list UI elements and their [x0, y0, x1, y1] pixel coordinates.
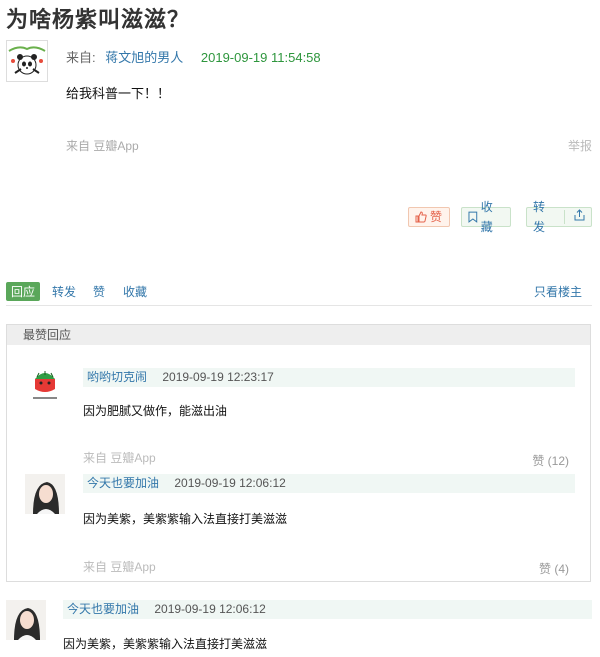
reply-text: 因为美紫，美紫紫输入法直接打美滋滋: [63, 637, 268, 651]
tab-reposts[interactable]: 转发: [52, 283, 76, 300]
share-button[interactable]: 转发: [526, 200, 592, 234]
reply-time: 2019-09-19 12:06:12: [174, 476, 286, 490]
bookmark-icon: [468, 211, 478, 223]
share-label: 转发: [533, 200, 546, 234]
girl-avatar-image: [6, 600, 46, 640]
collect-label: 收藏: [480, 200, 493, 234]
girl-avatar-image: [25, 474, 65, 514]
thumbs-up-icon: [415, 211, 427, 223]
reply-text: 因为美紫，美紫紫输入法直接打美滋滋: [83, 512, 288, 526]
post-meta: 来自: 蒋文旭的男人 2019-09-19 11:54:58: [66, 47, 321, 66]
reply-tabs: 回应 转发 赞 收藏 只看楼主: [6, 282, 592, 306]
tab-replies[interactable]: 回应: [6, 282, 41, 301]
best-replies-box: 最赞回应 哟哟切克闹 2019-09-19 12:23:17 因为肥腻又做作，能…: [6, 324, 591, 582]
like-label: 赞: [430, 210, 443, 224]
like-button[interactable]: 赞: [408, 207, 450, 227]
reply-from-app[interactable]: 来自 豆瓣App: [83, 558, 156, 575]
reply-avatar[interactable]: [25, 474, 65, 514]
only-op-link[interactable]: 只看楼主: [534, 283, 582, 300]
share-divider: [564, 210, 565, 224]
reply-avatar[interactable]: [6, 600, 46, 640]
reply-time: 2019-09-19 12:23:17: [162, 370, 274, 384]
reply-meta: 哟哟切克闹 2019-09-19 12:23:17: [83, 368, 575, 387]
reply-from-app[interactable]: 来自 豆瓣App: [83, 449, 156, 466]
author-avatar[interactable]: [6, 40, 48, 82]
watermelon-avatar-image: [25, 365, 65, 405]
reply-avatar[interactable]: [25, 365, 65, 405]
tab-collects[interactable]: 收藏: [123, 283, 147, 300]
post-title: 为啥杨紫叫滋滋？: [6, 7, 191, 32]
best-replies-header: 最赞回应: [7, 325, 590, 345]
panda-avatar-image: [7, 41, 47, 81]
from-label: 来自:: [66, 50, 96, 65]
report-link[interactable]: 举报: [568, 137, 592, 154]
share-upload-icon[interactable]: [568, 207, 591, 227]
reply-like-link[interactable]: 赞 (12): [532, 452, 569, 469]
reply-like-link[interactable]: 赞 (4): [539, 560, 569, 577]
reply-user-link[interactable]: 今天也要加油: [87, 476, 159, 490]
reply-meta: 今天也要加油 2019-09-19 12:06:12: [83, 474, 575, 493]
reply-text: 因为肥腻又做作，能滋出油: [83, 404, 228, 418]
reply-meta: 今天也要加油 2019-09-19 12:06:12: [63, 600, 592, 619]
reply-user-link[interactable]: 今天也要加油: [67, 602, 139, 616]
reply-time: 2019-09-19 12:06:12: [154, 602, 266, 616]
tab-likes[interactable]: 赞: [93, 283, 105, 300]
collect-button[interactable]: 收藏: [461, 200, 511, 234]
post-content: 给我科普一下！！: [66, 86, 171, 101]
post-from-app[interactable]: 来自 豆瓣App: [66, 137, 139, 154]
author-link[interactable]: 蒋文旭的男人: [105, 50, 183, 65]
post-time: 2019-09-19 11:54:58: [200, 50, 321, 65]
reply-user-link[interactable]: 哟哟切克闹: [87, 370, 147, 384]
